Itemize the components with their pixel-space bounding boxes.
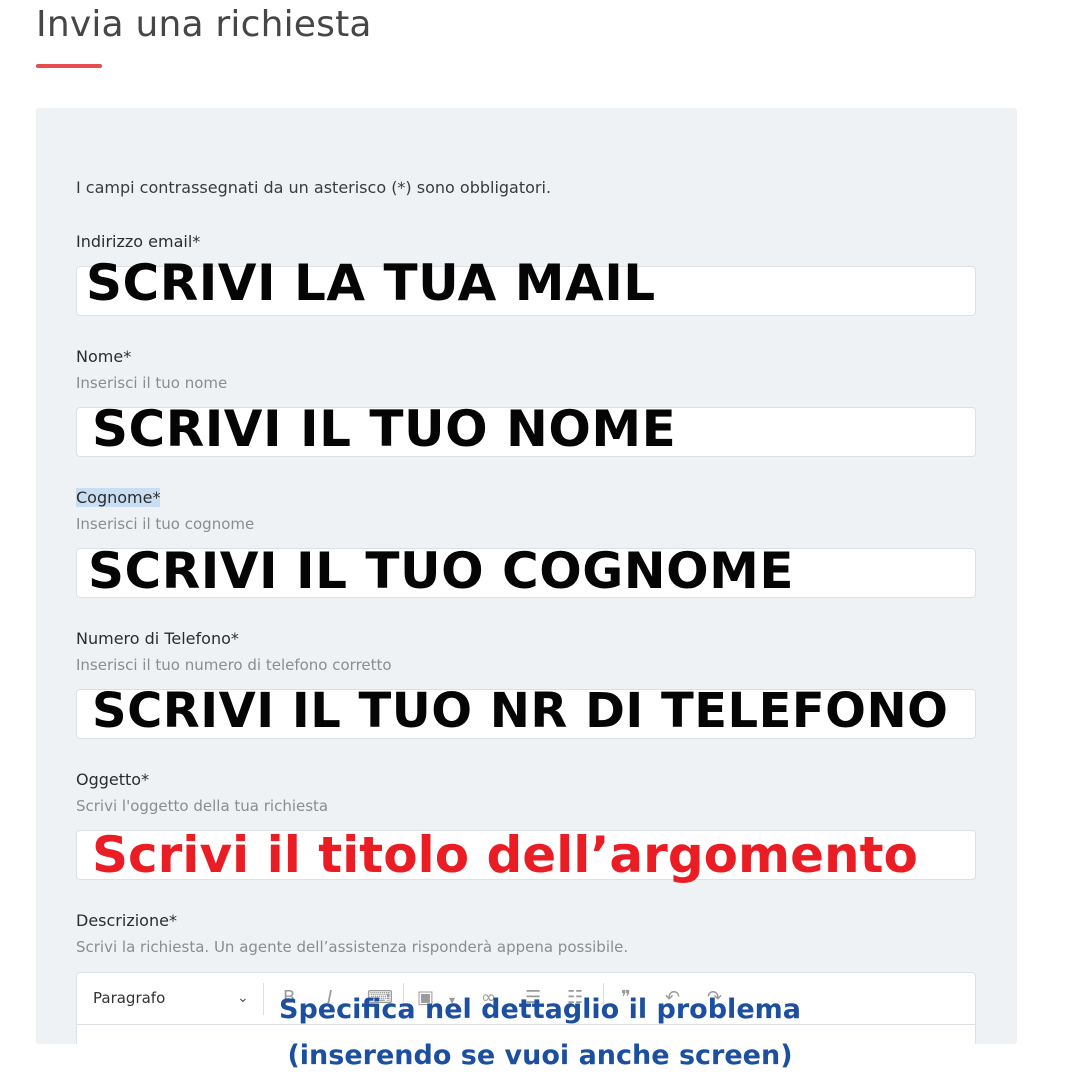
descrizione-hint: Scrivi la richiesta. Un agente dell’assi…: [76, 938, 629, 956]
nome-label: Nome*: [76, 347, 132, 366]
cognome-hint: Inserisci il tuo cognome: [76, 515, 255, 533]
oggetto-hint: Scrivi l'oggetto della tua richiesta: [76, 797, 329, 815]
title-underline: [36, 64, 102, 68]
cognome-label: Cognome*: [76, 488, 161, 507]
telefono-label: Numero di Telefono*: [76, 629, 239, 648]
telefono-overlay-text: SCRIVI IL TUO NR DI TELEFONO: [92, 683, 949, 739]
cognome-label-highlight: Cognome*: [76, 488, 161, 507]
email-overlay-text: SCRIVI LA TUA MAIL: [86, 254, 656, 312]
email-label: Indirizzo email*: [76, 232, 201, 251]
nome-overlay-text: SCRIVI IL TUO NOME: [92, 400, 677, 458]
oggetto-label: Oggetto*: [76, 770, 150, 789]
nome-hint: Inserisci il tuo nome: [76, 374, 228, 392]
cognome-overlay-text: SCRIVI IL TUO COGNOME: [88, 542, 795, 600]
oggetto-overlay-text: Scrivi il titolo dell’argomento: [92, 826, 918, 884]
page-title: Invia una richiesta: [36, 4, 372, 45]
required-fields-note: I campi contrassegnati da un asterisco (…: [76, 178, 552, 197]
annotation-line-1: Specifica nel dettaglio il problema: [279, 994, 801, 1025]
descrizione-label: Descrizione*: [76, 911, 177, 930]
telefono-hint: Inserisci il tuo numero di telefono corr…: [76, 656, 392, 674]
annotation-line-2: (inserendo se vuoi anche screen): [287, 1040, 793, 1071]
